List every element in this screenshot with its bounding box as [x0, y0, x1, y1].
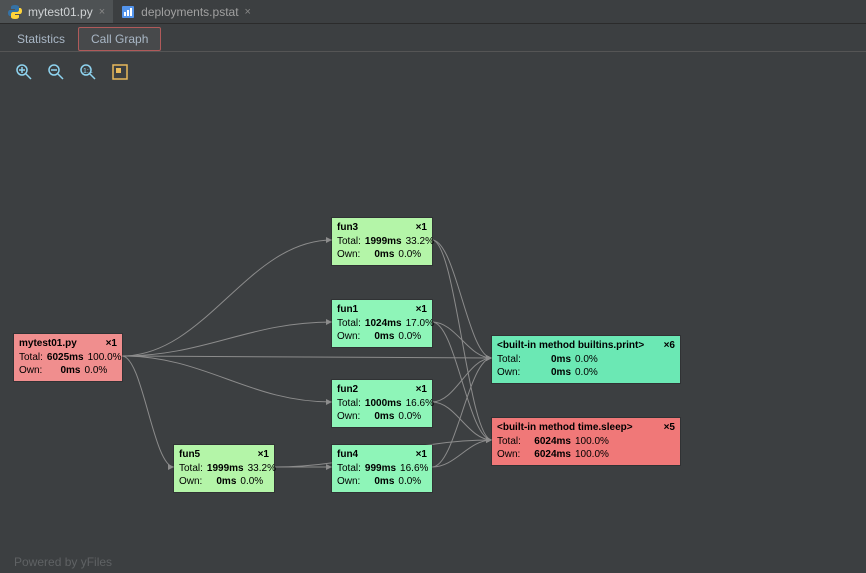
- footer-text: Powered by yFiles: [14, 555, 112, 569]
- file-tab-deployments[interactable]: deployments.pstat ×: [113, 0, 259, 23]
- node-fun1[interactable]: fun1×1Total:1024ms17.0%Own:0ms0.0%: [332, 300, 432, 347]
- call-graph-edges: [0, 92, 866, 573]
- fit-selection-icon[interactable]: [110, 62, 130, 82]
- tab-call-graph[interactable]: Call Graph: [78, 27, 161, 51]
- node-print[interactable]: <built-in method builtins.print>×6Total:…: [492, 336, 680, 383]
- file-tab-label: mytest01.py: [28, 5, 93, 19]
- file-tabbar: mytest01.py × deployments.pstat ×: [0, 0, 866, 24]
- toolbar: 1:1: [0, 52, 866, 92]
- subtab-bar: Statistics Call Graph: [0, 24, 866, 52]
- tab-statistics[interactable]: Statistics: [4, 27, 78, 51]
- node-fun5[interactable]: fun5×1Total:1999ms33.2%Own:0ms0.0%: [174, 445, 274, 492]
- close-icon[interactable]: ×: [99, 6, 105, 18]
- svg-text:1:1: 1:1: [83, 68, 93, 75]
- zoom-in-icon[interactable]: [14, 62, 34, 82]
- file-tab-label: deployments.pstat: [141, 5, 238, 19]
- call-graph-canvas[interactable]: mytest01.py×1Total:6025ms100.0%Own:0ms0.…: [0, 92, 866, 573]
- node-sleep[interactable]: <built-in method time.sleep>×5Total:6024…: [492, 418, 680, 465]
- node-fun3[interactable]: fun3×1Total:1999ms33.2%Own:0ms0.0%: [332, 218, 432, 265]
- zoom-reset-icon[interactable]: 1:1: [78, 62, 98, 82]
- python-icon: [8, 5, 22, 19]
- node-fun2[interactable]: fun2×1Total:1000ms16.6%Own:0ms0.0%: [332, 380, 432, 427]
- node-fun4[interactable]: fun4×1Total:999ms16.6%Own:0ms0.0%: [332, 445, 432, 492]
- node-root[interactable]: mytest01.py×1Total:6025ms100.0%Own:0ms0.…: [14, 334, 122, 381]
- close-icon[interactable]: ×: [245, 6, 251, 18]
- pstat-icon: [121, 5, 135, 19]
- file-tab-mytest01[interactable]: mytest01.py ×: [0, 0, 113, 23]
- zoom-out-icon[interactable]: [46, 62, 66, 82]
